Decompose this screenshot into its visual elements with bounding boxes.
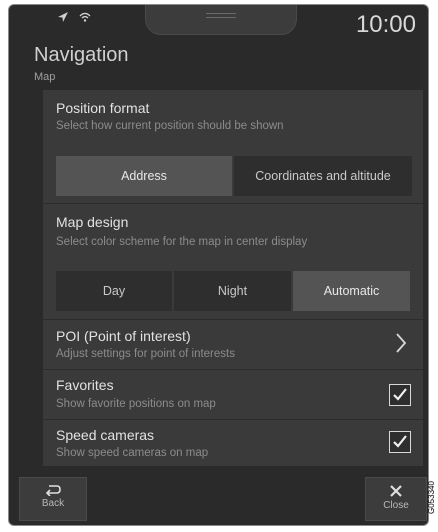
close-button[interactable]: Close <box>365 477 427 521</box>
speed-cameras-checkbox[interactable] <box>389 431 411 453</box>
back-label: Back <box>41 498 65 509</box>
grip-line <box>206 13 236 14</box>
wifi-icon <box>79 11 91 23</box>
speed-cameras-setting[interactable]: Speed cameras Show speed cameras on map <box>43 420 423 466</box>
page-subtitle: Map <box>34 71 56 83</box>
setting-subtitle: Show favorite positions on map <box>56 398 216 410</box>
chevron-right-icon <box>395 332 407 359</box>
page-title: Navigation <box>34 44 129 66</box>
map-design-setting: Map design Select color scheme for the m… <box>43 204 423 318</box>
option-day[interactable]: Day <box>56 271 172 311</box>
poi-setting[interactable]: POI (Point of interest) Adjust settings … <box>43 320 423 368</box>
option-automatic[interactable]: Automatic <box>293 271 410 311</box>
figure-reference-code: G053340 <box>427 481 436 515</box>
setting-subtitle: Select color scheme for the map in cente… <box>56 236 308 248</box>
position-format-selector: Address Coordinates and altitude <box>56 156 412 196</box>
status-icons <box>57 11 91 23</box>
setting-subtitle: Select how current position should be sh… <box>56 120 284 132</box>
setting-title: Map design <box>56 214 129 230</box>
settings-panel: Position format Select how current posit… <box>43 90 423 466</box>
back-button[interactable]: Back <box>19 477 87 521</box>
setting-title: Position format <box>56 100 150 116</box>
close-label: Close <box>383 500 409 511</box>
setting-title: Favorites <box>56 377 114 393</box>
setting-subtitle: Adjust settings for point of interests <box>56 348 235 360</box>
setting-title: POI (Point of interest) <box>56 328 191 344</box>
option-night[interactable]: Night <box>174 271 291 311</box>
setting-subtitle: Show speed cameras on map <box>56 447 209 459</box>
position-format-setting: Position format Select how current posit… <box>43 90 423 202</box>
option-address[interactable]: Address <box>56 156 232 196</box>
location-arrow-icon <box>57 11 69 23</box>
back-arrow-icon <box>20 484 86 496</box>
favorites-setting[interactable]: Favorites Show favorite positions on map <box>43 370 423 418</box>
center-display: 10:00 Navigation Map Position format Sel… <box>8 4 429 526</box>
status-bar: 10:00 <box>9 5 428 39</box>
option-coordinates-altitude[interactable]: Coordinates and altitude <box>234 156 412 196</box>
setting-title: Speed cameras <box>56 427 155 443</box>
close-icon <box>366 484 426 498</box>
favorites-checkbox[interactable] <box>389 384 411 406</box>
top-view-pull-tab[interactable] <box>145 5 297 35</box>
clock: 10:00 <box>355 11 416 38</box>
map-design-selector: Day Night Automatic <box>56 271 410 311</box>
grip-line <box>206 17 236 18</box>
